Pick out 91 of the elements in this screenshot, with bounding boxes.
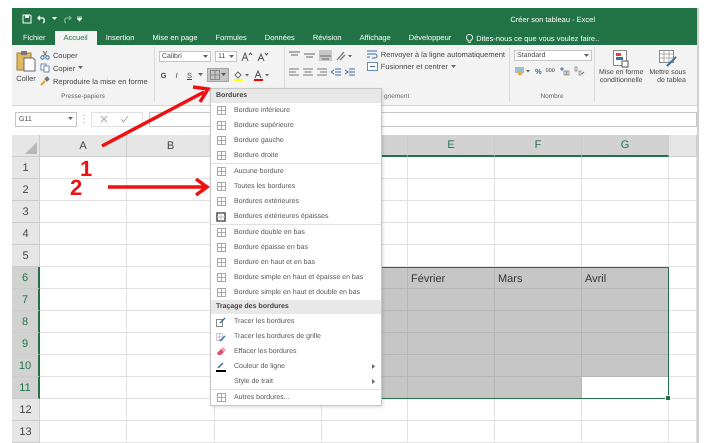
caret-icon [450, 64, 456, 68]
decrease-decimal-icon[interactable] [574, 66, 585, 76]
pencil-icon [216, 316, 226, 326]
table-cell [669, 223, 697, 245]
caret-icon [221, 73, 226, 77]
annotation-label: 2 [70, 175, 82, 200]
column-header[interactable]: E [408, 135, 495, 157]
caret-icon [78, 66, 84, 70]
customize-icon[interactable] [77, 16, 82, 22]
border-icon [216, 167, 226, 176]
indent-decrease-icon[interactable] [331, 68, 341, 77]
caret-icon [203, 54, 208, 58]
triangle-icon [25, 142, 37, 154]
column-header[interactable]: A [40, 135, 127, 157]
wrap-text-icon [366, 50, 378, 59]
row-header[interactable]: 7 [12, 289, 40, 311]
row-header[interactable]: 2 [12, 179, 40, 201]
eraser-icon [216, 347, 226, 356]
font-color-icon[interactable] [253, 70, 269, 80]
align-left-icon[interactable] [289, 68, 299, 77]
border-icon [210, 70, 220, 80]
border-icon [216, 197, 226, 206]
clipboard-icon [16, 50, 36, 72]
table-cell: Février [408, 267, 495, 289]
row-header[interactable]: 1 [12, 157, 40, 179]
row-header[interactable]: 8 [12, 311, 40, 333]
save-icon[interactable] [22, 14, 32, 24]
table-cell [669, 179, 697, 201]
row-header[interactable]: 12 [12, 399, 40, 421]
caret-icon [584, 54, 589, 58]
border-icon [216, 182, 226, 191]
caret-icon[interactable] [198, 73, 203, 77]
drag-handle-icon[interactable] [83, 115, 85, 123]
border-icon [216, 212, 226, 222]
row-header[interactable]: 10 [12, 355, 40, 377]
table-cell [669, 157, 697, 179]
table-cell [669, 267, 697, 289]
table-cell: Mars [495, 267, 582, 289]
shrink-font-icon[interactable] [257, 52, 269, 62]
table-cell [669, 311, 697, 333]
table-cell [669, 421, 697, 443]
borders-button[interactable] [207, 68, 229, 82]
fill-color-icon[interactable] [233, 70, 249, 80]
column-header[interactable]: F [495, 135, 582, 157]
caret-icon [229, 54, 234, 58]
row-header[interactable]: 5 [12, 245, 40, 267]
align-middle-icon[interactable] [304, 51, 315, 60]
currency-icon[interactable] [514, 66, 531, 76]
brush-icon [40, 76, 50, 86]
table-cell [669, 289, 697, 311]
copy-icon [40, 63, 50, 73]
border-icon [216, 288, 226, 297]
row-header[interactable]: 3 [12, 201, 40, 223]
row-header[interactable]: 4 [12, 223, 40, 245]
row-header[interactable]: 6 [12, 267, 40, 289]
indent-increase-icon[interactable] [345, 68, 355, 77]
merge-cells-icon [366, 62, 378, 71]
align-bottom-icon[interactable] [319, 50, 332, 61]
increase-decimal-icon[interactable] [558, 66, 570, 76]
table-cell [669, 355, 697, 377]
border-icon [216, 136, 226, 145]
border-icon [216, 243, 226, 252]
scissors-icon [40, 50, 50, 60]
table-cell [669, 245, 697, 267]
conditional-format-icon [613, 50, 630, 68]
caret-icon[interactable] [52, 17, 57, 21]
border-icon [216, 106, 226, 115]
row-header[interactable]: 13 [12, 421, 40, 443]
caret-icon [68, 117, 73, 121]
annotation-label: 1 [80, 156, 92, 181]
border-icon [216, 121, 226, 130]
lightbulb-icon [466, 34, 474, 43]
border-icon [216, 258, 226, 267]
table-format-icon [658, 50, 677, 68]
pen-color-icon [216, 362, 226, 372]
align-right-icon[interactable] [317, 68, 327, 77]
border-icon [216, 273, 226, 282]
undo-icon[interactable] [37, 14, 47, 24]
table-cell [669, 201, 697, 223]
border-icon [216, 393, 226, 402]
table-cell [669, 333, 697, 355]
grow-font-icon[interactable] [241, 52, 253, 62]
orientation-icon[interactable] [336, 50, 352, 60]
align-center-icon[interactable] [303, 68, 313, 77]
table-cell: Avril [582, 267, 669, 289]
row-header[interactable]: 9 [12, 333, 40, 355]
row-header[interactable]: 11 [12, 377, 40, 399]
border-icon [216, 151, 226, 160]
border-icon [216, 228, 226, 237]
column-header[interactable]: G [582, 135, 669, 157]
grid-pencil-icon [216, 332, 226, 342]
